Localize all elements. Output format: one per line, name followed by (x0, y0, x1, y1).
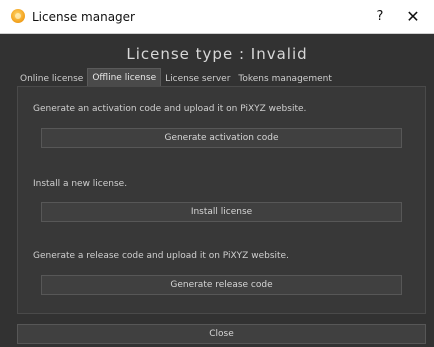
window-title: License manager (32, 10, 135, 24)
title-bar: License manager ? ✕ (0, 0, 434, 34)
license-type-heading: License type : Invalid (126, 45, 308, 63)
pixyz-logo-icon (11, 9, 25, 23)
tab-bar: Online license Offline license License s… (16, 68, 336, 86)
release-description: Generate a release code and upload it on… (33, 251, 289, 261)
tab-online-license[interactable]: Online license (16, 70, 87, 86)
license-manager-window: License manager ? ✕ License type : Inval… (0, 0, 434, 347)
tab-offline-license[interactable]: Offline license (87, 68, 162, 86)
tab-tokens-management[interactable]: Tokens management (234, 70, 335, 86)
tab-license-server[interactable]: License server (161, 70, 234, 86)
activation-description: Generate an activation code and upload i… (33, 104, 307, 114)
install-license-button[interactable]: Install license (41, 202, 402, 222)
generate-activation-code-button[interactable]: Generate activation code (41, 128, 402, 148)
close-window-button[interactable]: ✕ (402, 8, 424, 26)
help-button[interactable]: ? (374, 8, 386, 26)
generate-release-code-button[interactable]: Generate release code (41, 275, 402, 295)
install-description: Install a new license. (33, 179, 128, 189)
close-button[interactable]: Close (17, 324, 426, 344)
